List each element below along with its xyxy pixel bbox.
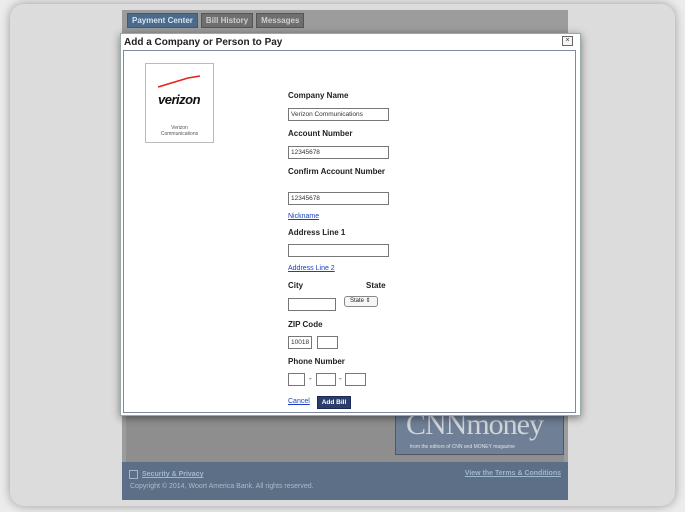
account-number-input[interactable]: 12345678 [288, 146, 389, 159]
company-name-input[interactable]: Verizon Communications [288, 108, 389, 121]
tab-payment-center[interactable]: Payment Center [127, 13, 198, 28]
address-line2-link[interactable]: Address Line 2 [288, 265, 335, 272]
footer [122, 462, 568, 500]
city-label: City [288, 281, 304, 290]
cancel-link[interactable]: Cancel [288, 398, 310, 405]
phone-number-label: Phone Number [288, 357, 345, 366]
payee-caption-line2: Communications [160, 131, 199, 137]
payee-logo-word: verizon [158, 92, 201, 107]
city-input[interactable] [288, 298, 336, 311]
phone-line-input[interactable] [345, 373, 366, 386]
confirm-account-label: Confirm Account Number [288, 167, 386, 176]
close-button[interactable]: × [562, 36, 573, 46]
company-name-label: Company Name [288, 91, 349, 100]
account-number-label: Account Number [288, 129, 353, 138]
phone-separator: - [339, 374, 342, 383]
tab-bill-history[interactable]: Bill History [200, 13, 254, 28]
add-bill-button[interactable]: Add Bill [317, 396, 351, 409]
state-select[interactable]: State ⇕ [344, 296, 378, 307]
lock-icon [129, 470, 138, 479]
phone-area-input[interactable] [288, 373, 305, 386]
phone-prefix-input[interactable] [316, 373, 336, 386]
dialog-title: Add a Company or Person to Pay [124, 37, 283, 48]
security-privacy-label: Security & Privacy [142, 471, 204, 478]
zip-code-label: ZIP Code [288, 320, 323, 329]
ad-tagline: from the editors of CNN and MONEY magazi… [410, 444, 515, 450]
payee-logo-caption: Verizon Communications [146, 125, 213, 137]
zip-code-input[interactable]: 10018 [288, 336, 312, 349]
background-tabs: Payment Center Bill History Messages [127, 13, 305, 28]
state-label: State [366, 281, 386, 290]
copyright-text: Copyright © 2014, Woort America Bank. Al… [130, 483, 314, 490]
verizon-check-icon [157, 75, 201, 88]
zip-extension-input[interactable] [317, 336, 338, 349]
nickname-link[interactable]: Nickname [288, 213, 319, 220]
address-line1-label: Address Line 1 [288, 228, 346, 237]
tab-messages[interactable]: Messages [256, 13, 305, 28]
address-line1-input[interactable] [288, 244, 389, 257]
terms-link[interactable]: View the Terms & Conditions [465, 470, 561, 477]
phone-separator: - [309, 374, 312, 383]
confirm-account-input[interactable]: 12345678 [288, 192, 389, 205]
security-privacy-link[interactable]: Security & Privacy [129, 470, 203, 479]
payee-logo: verizon Verizon Communications [145, 63, 214, 143]
